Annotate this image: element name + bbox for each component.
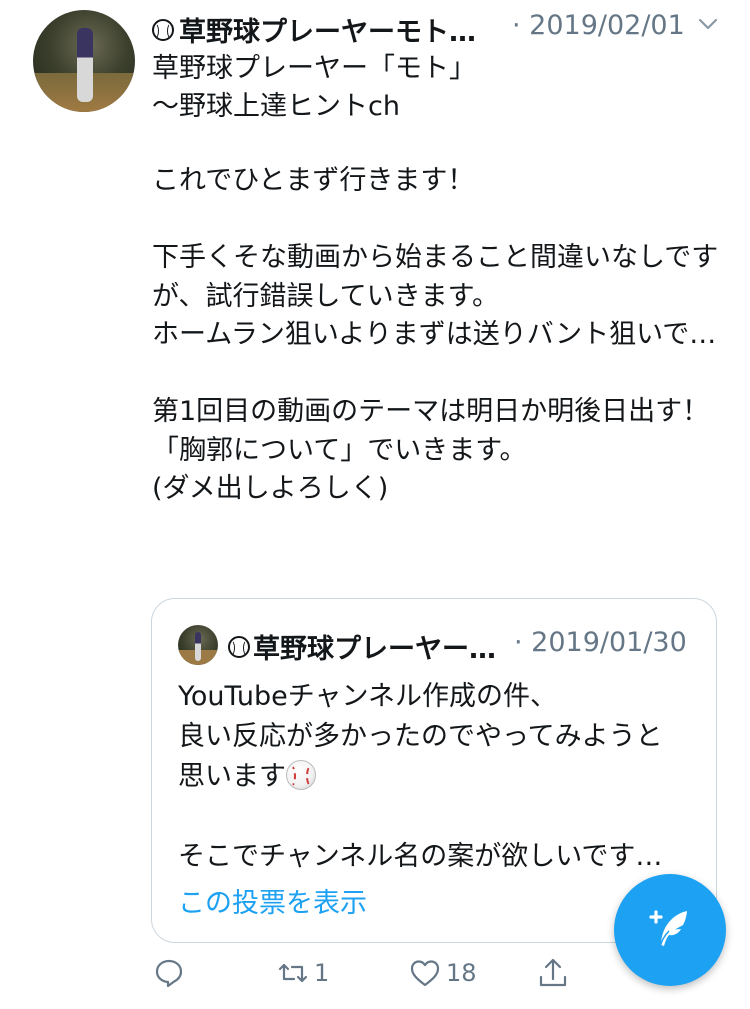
quoted-body-line: 良い反応が多かったのでやってみようと [178, 721, 663, 752]
retweet-count: 1 [314, 959, 330, 987]
tweet-display-name-text: 草野球プレーヤー「モト」 〜野球上達ヒントch [152, 53, 476, 122]
reply-icon [155, 959, 183, 988]
heart-icon [410, 960, 440, 987]
view-poll-link[interactable]: この投票を表示 [178, 881, 367, 920]
baseball-icon [228, 635, 250, 658]
quoted-author-text: 草野球プレーヤー… [253, 634, 496, 665]
like-button[interactable]: 18 [408, 956, 477, 990]
tweet-screen: 草野球プレーヤーモト… · 2019/02/01 草野球プレーヤー「モト」 〜野… [0, 0, 750, 1009]
tweet-body: これでひとまず行きます！ 下手くそな動画から始まること間違いなしですが、試行錯誤… [152, 165, 719, 504]
baseball-icon [152, 18, 174, 41]
share-button[interactable] [536, 956, 570, 990]
author-header[interactable]: 草野球プレーヤーモト… [152, 10, 476, 49]
reply-button[interactable] [152, 956, 186, 990]
tweet-timestamp[interactable]: · 2019/02/01 [512, 10, 685, 41]
like-count: 18 [446, 959, 477, 987]
quoted-author-name: 草野球プレーヤー… [228, 627, 496, 666]
quoted-timestamp: · 2019/01/30 [514, 627, 687, 658]
author-header-text: 草野球プレーヤーモト… [179, 17, 476, 48]
share-icon [539, 958, 567, 987]
quoted-body-line: 思います [178, 761, 286, 792]
quoted-body: YouTubeチャンネル作成の件、 良い反応が多かったのでやってみようと 思いま… [178, 677, 698, 877]
retweet-button[interactable]: 1 [276, 956, 329, 990]
baseball-emoji-icon [286, 760, 316, 790]
quoted-body-line: YouTubeチャンネル作成の件、 [178, 681, 557, 712]
compose-feather-icon [649, 910, 687, 949]
quoted-body-line: そこでチャンネル名の案が欲しいです… [178, 841, 663, 872]
author-avatar[interactable] [33, 10, 135, 112]
chevron-down-icon[interactable] [698, 14, 718, 34]
retweet-icon [278, 963, 308, 983]
quoted-author-avatar [178, 625, 218, 665]
compose-tweet-button[interactable] [614, 874, 726, 986]
